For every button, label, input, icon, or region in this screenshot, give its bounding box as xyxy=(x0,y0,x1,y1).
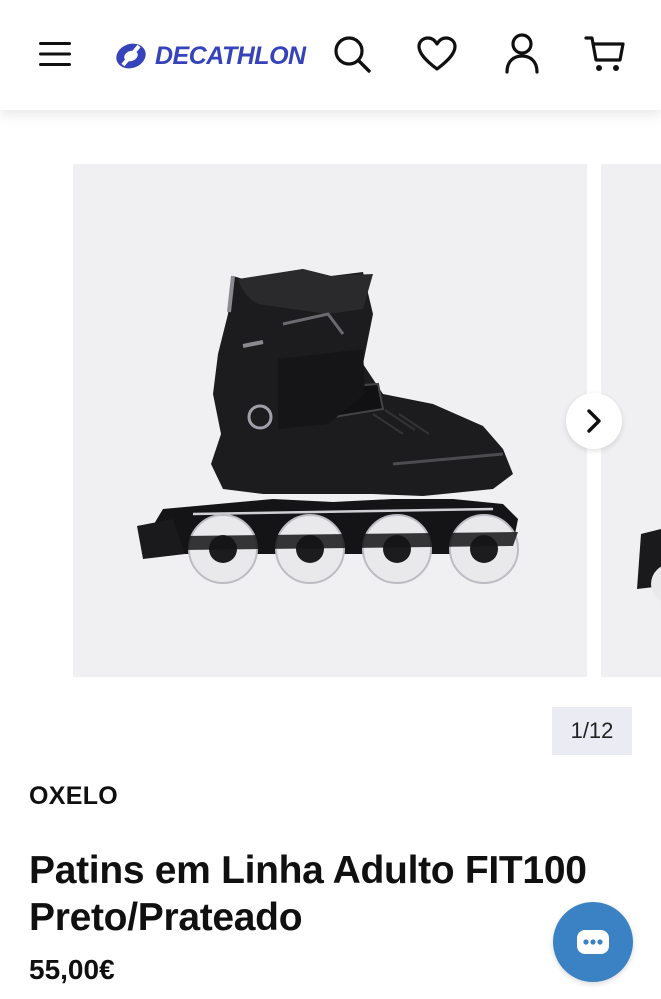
chat-button[interactable] xyxy=(553,902,633,982)
logo-text: DECATHLON xyxy=(155,41,306,70)
product-brand[interactable]: OXELO xyxy=(29,782,118,811)
menu-icon[interactable] xyxy=(34,34,76,74)
account-icon[interactable] xyxy=(500,30,544,76)
top-header: DECATHLON xyxy=(0,0,661,110)
inline-skate-image xyxy=(137,269,519,584)
logo-mark-icon xyxy=(116,43,146,69)
product-gallery[interactable] xyxy=(0,110,661,710)
decathlon-logo[interactable]: DECATHLON xyxy=(113,36,306,76)
product-price: 55,00€ xyxy=(29,954,115,985)
next-image-button[interactable] xyxy=(566,393,622,449)
cart-icon[interactable] xyxy=(582,32,628,76)
heart-icon[interactable] xyxy=(414,32,460,76)
chat-bubble-icon xyxy=(577,930,609,954)
search-icon[interactable] xyxy=(330,32,374,76)
image-counter: 1/12 xyxy=(552,707,632,755)
product-image[interactable] xyxy=(73,164,587,677)
chevron-right-icon xyxy=(587,409,601,433)
product-title: Patins em Linha Adulto FIT100 Preto/Prat… xyxy=(29,849,587,939)
